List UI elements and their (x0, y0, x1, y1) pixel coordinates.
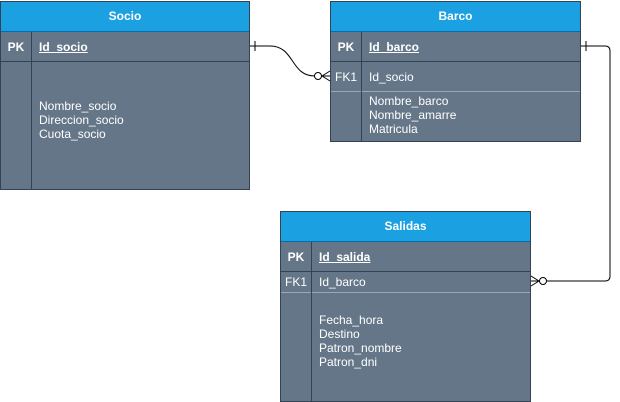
relationship-connectors (250, 41, 611, 287)
relation-barco-salidas-line (531, 45, 611, 282)
zero-marker (314, 72, 322, 80)
crowfoot-marker (530, 275, 540, 282)
relation-barco-salidas[interactable] (530, 41, 611, 287)
relation-socio-barco-line (250, 45, 330, 77)
zero-marker (539, 277, 547, 285)
crowfoot-marker (321, 75, 331, 82)
crowfoot-marker (530, 280, 540, 287)
crowfoot-marker (321, 70, 331, 77)
relation-socio-barco[interactable] (250, 41, 331, 82)
